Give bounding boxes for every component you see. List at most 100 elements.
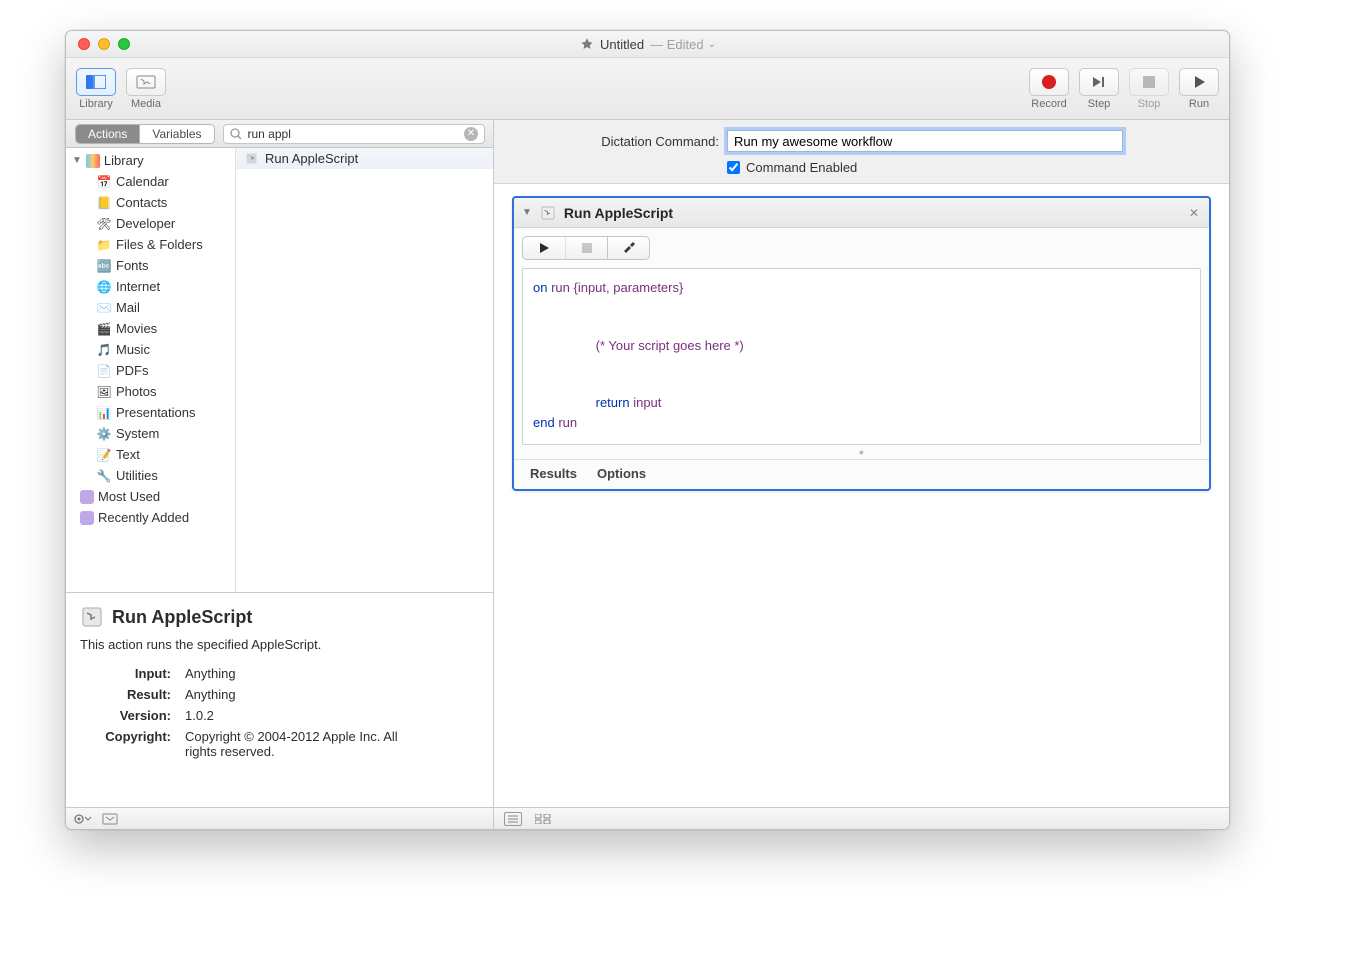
chevron-down-icon: ⌄ — [708, 39, 716, 50]
zoom-window-button[interactable] — [118, 38, 130, 50]
result-label: Run AppleScript — [265, 151, 358, 166]
library-item-label: Calendar — [116, 174, 169, 189]
desc-input-label: Input: — [82, 664, 177, 683]
log-view-button[interactable] — [504, 812, 522, 826]
library-item-label: Internet — [116, 279, 160, 294]
command-enabled-checkbox[interactable] — [727, 161, 740, 174]
category-icon: 🔤 — [96, 258, 112, 274]
category-icon: 🎬 — [96, 321, 112, 337]
library-item-label: Utilities — [116, 468, 158, 483]
search-field-wrapper: ✕ — [223, 124, 486, 144]
minimize-window-button[interactable] — [98, 38, 110, 50]
gear-menu-button[interactable] — [74, 813, 92, 825]
library-item[interactable]: 🎵Music — [66, 339, 235, 360]
library-item[interactable]: 🖼 Photos — [66, 381, 235, 402]
run-label: Run — [1189, 98, 1209, 110]
document-title: Untitled — [600, 37, 644, 52]
library-icon — [86, 75, 106, 89]
library-item[interactable]: ⚙️System — [66, 423, 235, 444]
library-item[interactable]: 📝Text — [66, 444, 235, 465]
close-window-button[interactable] — [78, 38, 90, 50]
category-icon: ✉️ — [96, 300, 112, 316]
category-icon: 📅 — [96, 174, 112, 190]
library-item[interactable]: 🔧Utilities — [66, 465, 235, 486]
library-item-label: PDFs — [116, 363, 149, 378]
library-item[interactable]: 📒Contacts — [66, 192, 235, 213]
script-icon — [80, 605, 104, 629]
dictation-command-input[interactable] — [727, 130, 1123, 152]
stop-icon — [582, 243, 592, 253]
library-item-label: Developer — [116, 216, 175, 231]
library-item[interactable]: 🛠 Developer — [66, 213, 235, 234]
window-title[interactable]: Untitled — Edited ⌄ — [579, 37, 716, 52]
library-item-label: Text — [116, 447, 140, 462]
library-item-label: Files & Folders — [116, 237, 203, 252]
folder-icon — [80, 490, 94, 504]
run-button[interactable] — [1179, 68, 1219, 96]
play-icon — [1192, 75, 1206, 89]
stop-button[interactable] — [1129, 68, 1169, 96]
step-button[interactable] — [1079, 68, 1119, 96]
result-run-applescript[interactable]: Run AppleScript — [236, 148, 493, 169]
remove-action-button[interactable]: ✕ — [1189, 206, 1199, 220]
description-title: Run AppleScript — [112, 607, 252, 628]
search-input[interactable] — [248, 127, 459, 141]
workflow-panel: Dictation Command: Command Enabled ▼ Run… — [494, 120, 1229, 829]
automator-icon — [579, 37, 594, 52]
script-icon — [244, 151, 259, 166]
library-item-label: Photos — [116, 384, 156, 399]
recently-added[interactable]: Recently Added — [66, 507, 235, 528]
automator-window: Untitled — Edited ⌄ Library Media R — [65, 30, 1230, 830]
library-toggle-button[interactable] — [76, 68, 116, 96]
action-title: Run AppleScript — [564, 205, 673, 221]
stop-script-button[interactable] — [565, 237, 607, 259]
record-label: Record — [1031, 98, 1066, 110]
most-used[interactable]: Most Used — [66, 486, 235, 507]
media-button[interactable] — [126, 68, 166, 96]
library-item[interactable]: 🌐Internet — [66, 276, 235, 297]
disclosure-triangle-icon[interactable]: ▼ — [522, 207, 532, 218]
clear-search-button[interactable]: ✕ — [464, 127, 478, 141]
library-item-label: Music — [116, 342, 150, 357]
library-item[interactable]: 🔤Fonts — [66, 255, 235, 276]
action-header[interactable]: ▼ Run AppleScript ✕ — [514, 198, 1209, 228]
description-panel: Run AppleScript This action runs the spe… — [66, 592, 493, 807]
run-script-button[interactable] — [523, 237, 565, 259]
record-icon — [1042, 75, 1056, 89]
desc-version-label: Version: — [82, 706, 177, 725]
compile-script-button[interactable] — [607, 237, 649, 259]
script-editor[interactable]: on run {input, parameters} (* Your scrip… — [522, 268, 1201, 445]
action-run-applescript: ▼ Run AppleScript ✕ on run {input, param… — [512, 196, 1211, 491]
category-icon: 🛠 — [96, 216, 112, 232]
library-item[interactable]: 📅 Calendar — [66, 171, 235, 192]
library-tree[interactable]: ▼Library 📅 Calendar 📒Contacts 🛠 Developer 📁Fi… — [66, 148, 236, 592]
variables-view-button[interactable] — [534, 812, 552, 826]
library-root[interactable]: ▼Library — [66, 150, 235, 171]
toggle-description-button[interactable] — [102, 813, 118, 825]
library-item[interactable]: ✉️Mail — [66, 297, 235, 318]
results-tab[interactable]: Results — [530, 466, 577, 481]
workflow-status-bar — [494, 807, 1229, 829]
record-button[interactable] — [1029, 68, 1069, 96]
category-icon: 📄 — [96, 363, 112, 379]
desc-version: 1.0.2 — [179, 706, 429, 725]
stop-icon — [1143, 76, 1155, 88]
library-item[interactable]: 📊Presentations — [66, 402, 235, 423]
library-panel: Actions Variables ✕ ▼Library 📅 Calendar 📒C… — [66, 120, 494, 829]
resize-grip[interactable]: ● — [514, 445, 1209, 459]
library-item[interactable]: 📄 PDFs — [66, 360, 235, 381]
tab-variables[interactable]: Variables — [139, 125, 213, 143]
library-item[interactable]: 🎬 Movies — [66, 318, 235, 339]
script-icon — [540, 205, 556, 221]
library-item[interactable]: 📁Files & Folders — [66, 234, 235, 255]
options-tab[interactable]: Options — [597, 466, 646, 481]
desc-result: Anything — [179, 685, 429, 704]
desc-input: Anything — [179, 664, 429, 683]
media-icon — [136, 75, 156, 89]
title-bar[interactable]: Untitled — Edited ⌄ — [66, 31, 1229, 58]
library-item-label: Movies — [116, 321, 157, 336]
category-icon: 🖼 — [96, 384, 112, 400]
description-summary: This action runs the specified AppleScri… — [80, 637, 479, 652]
tab-actions[interactable]: Actions — [76, 125, 139, 143]
action-results-list[interactable]: Run AppleScript — [236, 148, 493, 592]
